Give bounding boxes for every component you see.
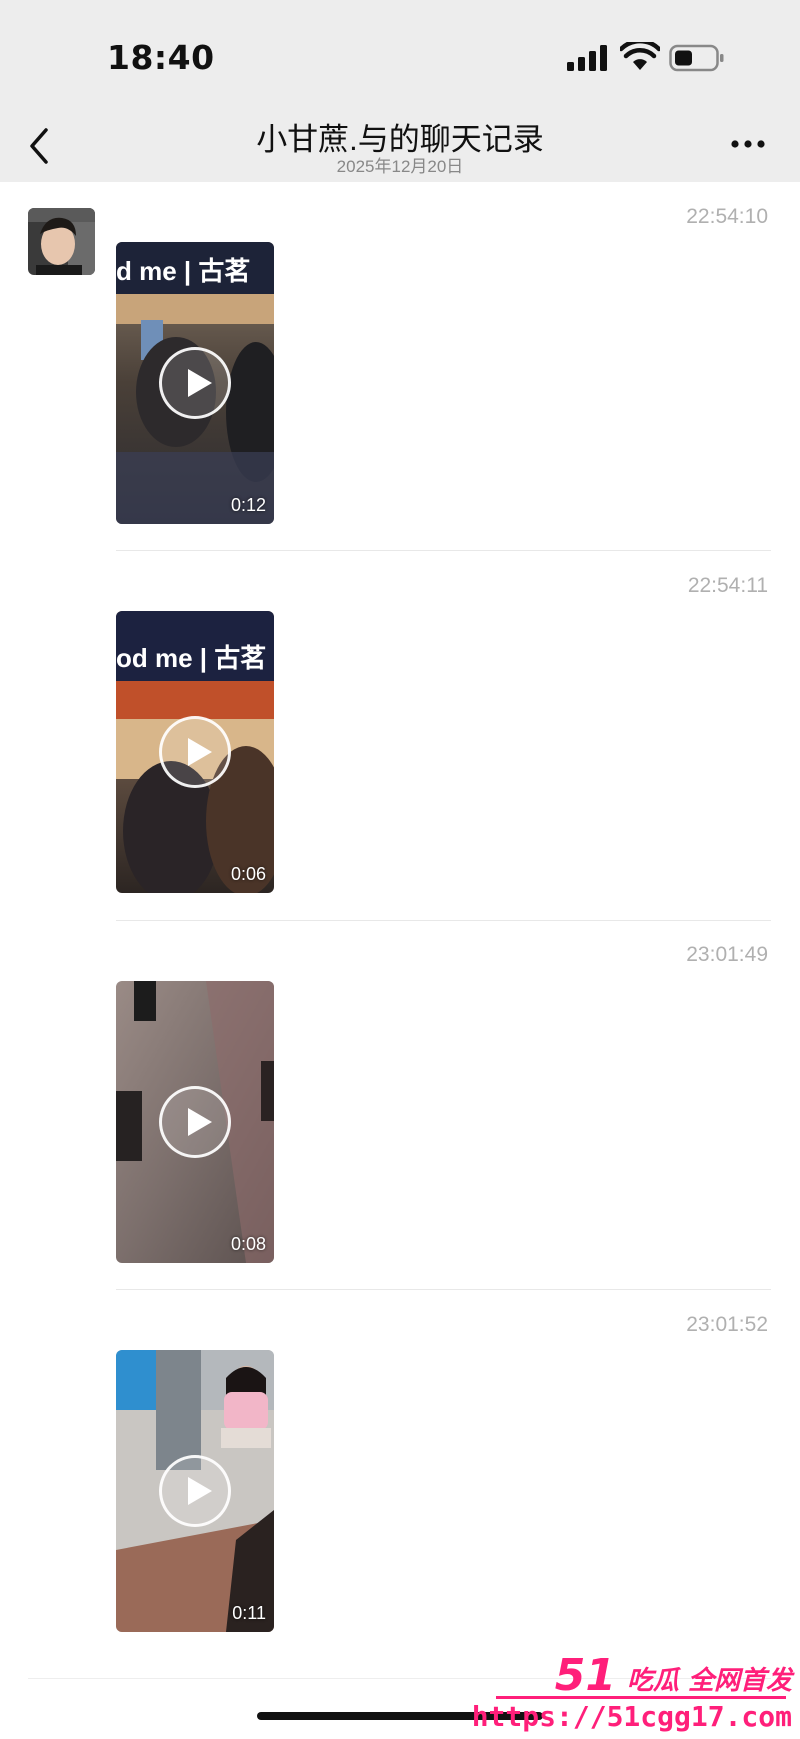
message-divider [116, 920, 771, 921]
avatar-image [28, 208, 95, 275]
play-icon[interactable] [159, 716, 231, 788]
watermark-underline [496, 1696, 786, 1699]
signal-icon [567, 45, 607, 71]
message-timestamp: 22:54:11 [687, 574, 768, 597]
wifi-icon [620, 42, 660, 70]
status-time: 18:40 [107, 38, 215, 77]
shop-sign-text: od me | 古茗 [116, 643, 266, 673]
message-timestamp: 23:01:52 [686, 1313, 768, 1336]
video-message[interactable]: d me | 古茗 0:12 [116, 242, 274, 524]
message-timestamp: 23:01:49 [686, 943, 768, 966]
video-duration: 0:08 [230, 1234, 266, 1254]
video-message[interactable]: od me | 古茗 0:06 [116, 611, 274, 893]
video-duration: 0:06 [230, 864, 266, 884]
video-message[interactable]: 0:11 [116, 1350, 274, 1632]
play-icon[interactable] [159, 1455, 231, 1527]
shop-sign-text: d me | 古茗 [116, 256, 250, 286]
watermark-url: https://51cgg17.com [471, 1700, 792, 1733]
video-message[interactable]: 0:08 [116, 981, 274, 1263]
page-subtitle: 2025年12月20日 [336, 157, 464, 176]
message-divider [116, 550, 771, 551]
nav-bar: 小甘蔗.与的聊天记录 2025年12月20日 [0, 108, 800, 182]
message-divider [116, 1289, 771, 1290]
play-icon[interactable] [159, 347, 231, 419]
watermark-brand: 51 [554, 1650, 616, 1701]
battery-icon [669, 44, 724, 72]
avatar[interactable] [28, 208, 95, 275]
message-timestamp: 22:54:10 [686, 205, 768, 228]
more-icon[interactable] [728, 134, 768, 154]
status-bar: 18:40 [0, 0, 800, 108]
watermark-slogan: 吃瓜 全网首发 [626, 1666, 792, 1696]
play-icon[interactable] [159, 1086, 231, 1158]
watermark: 51 吃瓜 全网首发 https://51cgg17.com [472, 1650, 796, 1739]
video-duration: 0:11 [232, 1603, 266, 1623]
video-duration: 0:12 [230, 495, 266, 515]
